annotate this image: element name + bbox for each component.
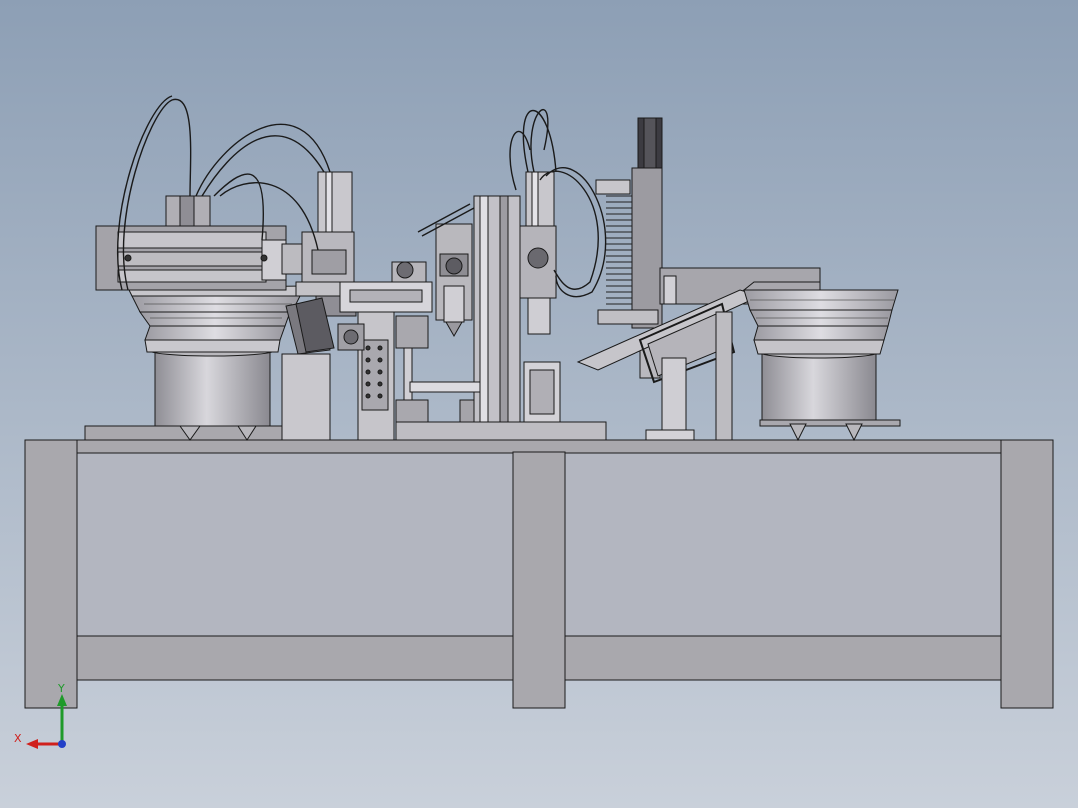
table-leg-middle bbox=[512, 451, 566, 709]
triad-z-axis bbox=[58, 740, 66, 748]
table-leg-right bbox=[1000, 439, 1054, 709]
left-feed-chute bbox=[281, 297, 335, 441]
table-frame bbox=[24, 439, 1054, 709]
table-leg-left bbox=[24, 439, 78, 709]
table-lower-rail-left bbox=[76, 635, 514, 681]
assembly-drawing: Y X bbox=[0, 0, 1078, 808]
table-lower-rail-right bbox=[564, 635, 1002, 681]
triad-y-label: Y bbox=[57, 682, 65, 695]
triad-x-label: X bbox=[14, 732, 22, 745]
cad-viewport[interactable]: Y X bbox=[0, 0, 1078, 808]
right-vertical-actuator bbox=[519, 171, 561, 423]
right-bowl-base-cylinder bbox=[761, 351, 877, 425]
left-bowl-base-cylinder bbox=[154, 349, 271, 427]
